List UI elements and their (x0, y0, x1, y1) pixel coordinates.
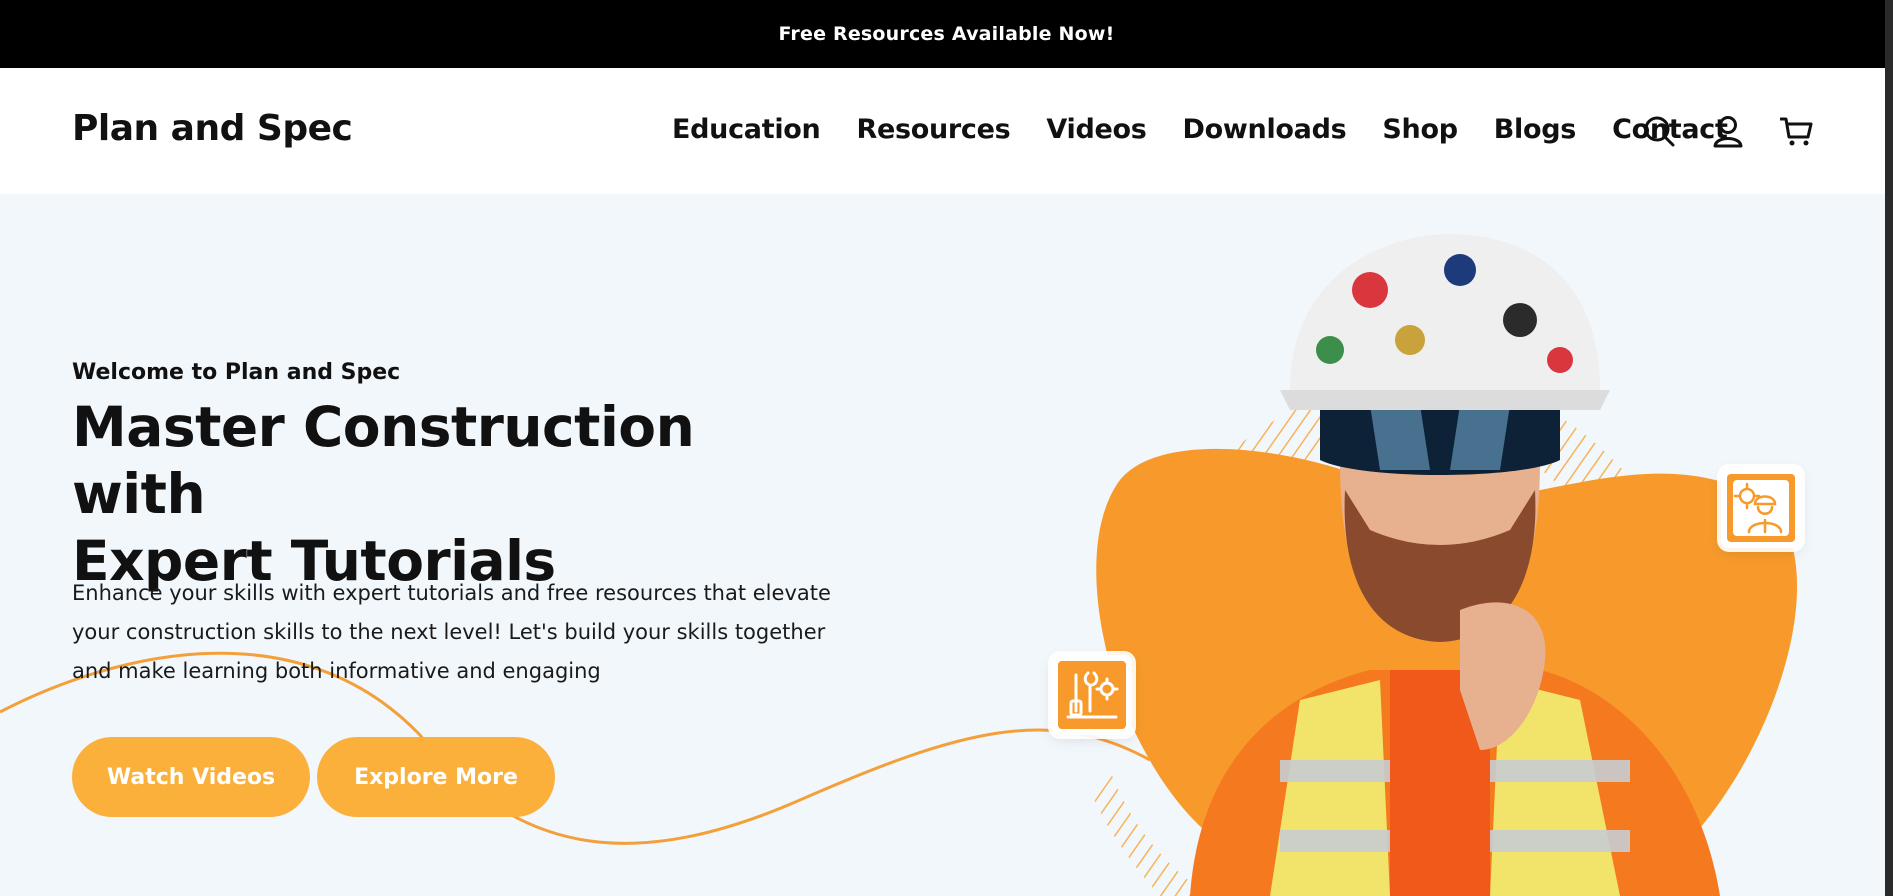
tools-badge (1052, 655, 1132, 735)
hero-description: Enhance your skills with expert tutorial… (72, 581, 831, 683)
worker-badge (1721, 468, 1801, 548)
hero-eyebrow: Welcome to Plan and Spec (72, 360, 401, 385)
worker-icon (1733, 480, 1789, 536)
page-scrollbar[interactable] (1885, 0, 1893, 896)
headline-line-1: Master Construction with (72, 395, 695, 526)
explore-more-button[interactable]: Explore More (317, 737, 555, 817)
hero-headline: Master Construction with Expert Tutorial… (72, 394, 832, 595)
watch-videos-button[interactable]: Watch Videos (72, 737, 310, 817)
hero-illustration (1090, 234, 1798, 896)
tools-icon (1066, 671, 1119, 719)
